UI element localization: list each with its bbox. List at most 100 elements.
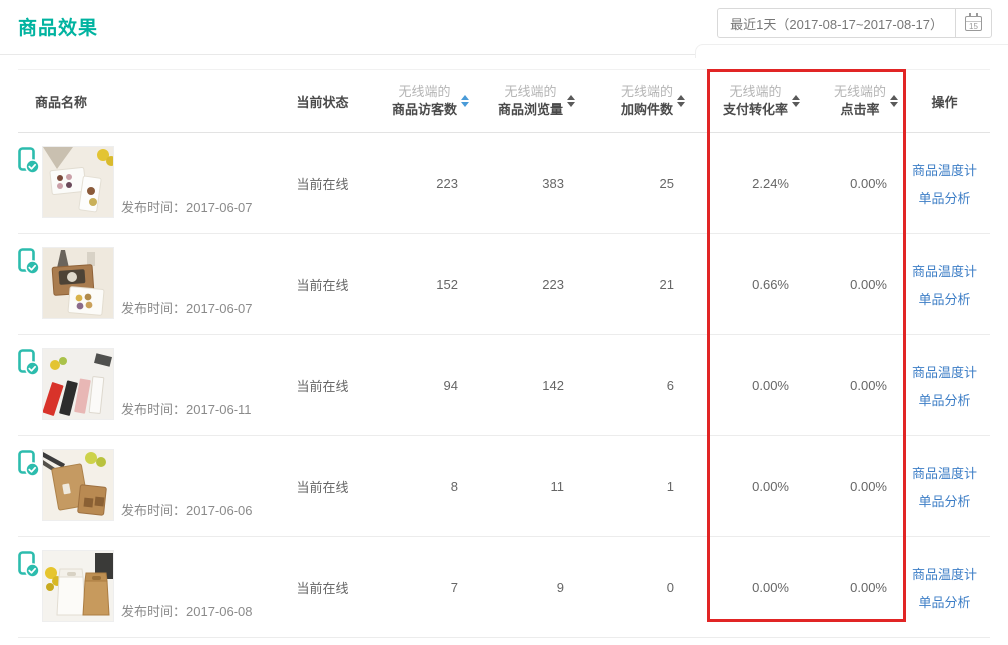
page-views-value: 9	[470, 537, 576, 637]
column-header-page-views[interactable]: 无线端的 商品浏览量	[470, 83, 576, 119]
product-image[interactable]	[42, 550, 114, 622]
product-image[interactable]	[42, 247, 114, 319]
publish-time-label: 发布时间：2017-06-07	[121, 197, 253, 233]
calendar-day-number: 15	[966, 21, 981, 31]
product-performance-table: 商品名称 当前状态 无线端的 商品访客数 无线端的 商品浏览量 无线端的 加购件…	[18, 69, 990, 638]
column-header-visitors[interactable]: 无线端的 商品访客数	[365, 83, 470, 119]
calendar-button[interactable]: 15	[955, 9, 991, 37]
page-views-value: 223	[470, 234, 576, 334]
mobile-online-icon	[18, 147, 39, 177]
single-item-analysis-link[interactable]: 单品分析	[918, 390, 970, 409]
table-body: 发布时间：2017-06-07 当前在线 223 383 25 2.24% 0.…	[18, 133, 990, 638]
actions-cell: 商品温度计 单品分析	[899, 234, 990, 334]
product-cell: 发布时间：2017-06-07	[18, 234, 280, 334]
click-rate-value: 0.00%	[801, 537, 899, 637]
mobile-online-icon	[18, 248, 39, 278]
publish-time-label: 发布时间：2017-06-06	[121, 500, 253, 536]
page-views-value: 383	[470, 133, 576, 233]
status-value: 当前在线	[280, 436, 365, 536]
actions-cell: 商品温度计 单品分析	[899, 537, 990, 637]
publish-time-label: 发布时间：2017-06-08	[121, 601, 253, 637]
mobile-online-icon	[18, 450, 39, 480]
cart-items-value: 1	[576, 436, 686, 536]
column-prefix: 无线端的	[834, 83, 886, 101]
column-label: 商品访客数	[392, 101, 457, 119]
page-views-value: 11	[470, 436, 576, 536]
product-image[interactable]	[42, 348, 114, 420]
table-row: 发布时间：2017-06-07 当前在线 152 223 21 0.66% 0.…	[18, 234, 990, 335]
pay-conversion-value: 0.00%	[686, 537, 801, 637]
table-row: 发布时间：2017-06-08 当前在线 7 9 0 0.00% 0.00% 商…	[18, 537, 990, 638]
product-thermometer-link[interactable]: 商品温度计	[912, 463, 977, 482]
product-thermometer-link[interactable]: 商品温度计	[912, 564, 977, 583]
publish-time-label: 发布时间：2017-06-07	[121, 298, 253, 334]
status-value: 当前在线	[280, 234, 365, 334]
visitors-value: 223	[365, 133, 470, 233]
product-image[interactable]	[42, 449, 114, 521]
single-item-analysis-link[interactable]: 单品分析	[918, 592, 970, 611]
table-header-row: 商品名称 当前状态 无线端的 商品访客数 无线端的 商品浏览量 无线端的 加购件…	[18, 70, 990, 133]
click-rate-value: 0.00%	[801, 133, 899, 233]
mobile-online-icon	[18, 551, 39, 581]
single-item-analysis-link[interactable]: 单品分析	[918, 491, 970, 510]
column-header-pay-conversion[interactable]: 无线端的 支付转化率	[686, 83, 801, 119]
column-label: 加购件数	[621, 101, 673, 119]
table-row: 发布时间：2017-06-07 当前在线 223 383 25 2.24% 0.…	[18, 133, 990, 234]
date-range-label[interactable]: 最近1天（2017-08-17~2017-08-17）	[718, 9, 955, 37]
click-rate-value: 0.00%	[801, 335, 899, 435]
cart-items-value: 21	[576, 234, 686, 334]
column-header-product-name: 商品名称	[18, 92, 280, 111]
page-title: 商品效果	[18, 13, 98, 40]
single-item-analysis-link[interactable]: 单品分析	[918, 188, 970, 207]
cart-items-value: 6	[576, 335, 686, 435]
actions-cell: 商品温度计 单品分析	[899, 335, 990, 435]
sort-arrows-icon[interactable]	[890, 95, 898, 107]
cart-items-value: 0	[576, 537, 686, 637]
column-label: 商品浏览量	[498, 101, 563, 119]
panel-edge-decoration	[695, 44, 1008, 58]
product-cell: 发布时间：2017-06-11	[18, 335, 280, 435]
actions-cell: 商品温度计 单品分析	[899, 133, 990, 233]
cart-items-value: 25	[576, 133, 686, 233]
product-image[interactable]	[42, 146, 114, 218]
visitors-value: 152	[365, 234, 470, 334]
pay-conversion-value: 0.00%	[686, 335, 801, 435]
column-prefix: 无线端的	[398, 83, 450, 101]
sort-arrows-icon[interactable]	[461, 95, 469, 107]
visitors-value: 7	[365, 537, 470, 637]
single-item-analysis-link[interactable]: 单品分析	[918, 289, 970, 308]
publish-time-label: 发布时间：2017-06-11	[121, 399, 252, 435]
pay-conversion-value: 0.66%	[686, 234, 801, 334]
sort-arrows-icon[interactable]	[567, 95, 575, 107]
column-prefix: 无线端的	[729, 83, 781, 101]
column-label: 支付转化率	[723, 101, 788, 119]
column-header-cart-items[interactable]: 无线端的 加购件数	[576, 83, 686, 119]
table-row: 发布时间：2017-06-11 当前在线 94 142 6 0.00% 0.00…	[18, 335, 990, 436]
click-rate-value: 0.00%	[801, 436, 899, 536]
product-thermometer-link[interactable]: 商品温度计	[912, 362, 977, 381]
column-prefix: 无线端的	[504, 83, 556, 101]
sort-arrows-icon[interactable]	[792, 95, 800, 107]
product-thermometer-link[interactable]: 商品温度计	[912, 160, 977, 179]
pay-conversion-value: 2.24%	[686, 133, 801, 233]
product-thermometer-link[interactable]: 商品温度计	[912, 261, 977, 280]
status-value: 当前在线	[280, 133, 365, 233]
product-cell: 发布时间：2017-06-07	[18, 133, 280, 233]
page-views-value: 142	[470, 335, 576, 435]
visitors-value: 94	[365, 335, 470, 435]
calendar-icon: 15	[965, 16, 982, 31]
column-header-click-rate[interactable]: 无线端的 点击率	[801, 83, 899, 119]
column-header-actions: 操作	[899, 92, 990, 111]
visitors-value: 8	[365, 436, 470, 536]
sort-arrows-icon[interactable]	[677, 95, 685, 107]
status-value: 当前在线	[280, 335, 365, 435]
product-cell: 发布时间：2017-06-06	[18, 436, 280, 536]
click-rate-value: 0.00%	[801, 234, 899, 334]
column-header-status: 当前状态	[280, 92, 365, 111]
pay-conversion-value: 0.00%	[686, 436, 801, 536]
actions-cell: 商品温度计 单品分析	[899, 436, 990, 536]
date-range-picker[interactable]: 最近1天（2017-08-17~2017-08-17） 15	[717, 8, 992, 38]
table-row: 发布时间：2017-06-06 当前在线 8 11 1 0.00% 0.00% …	[18, 436, 990, 537]
column-label: 点击率	[840, 101, 879, 119]
status-value: 当前在线	[280, 537, 365, 637]
